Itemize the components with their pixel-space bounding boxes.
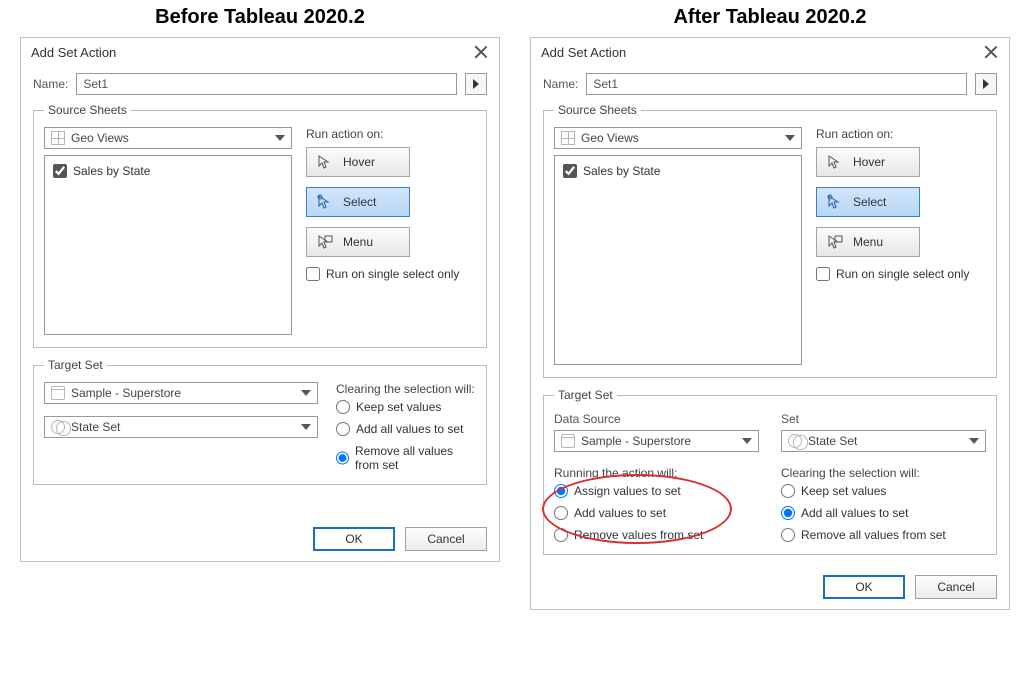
- running-opt-add[interactable]: Add values to set: [554, 506, 759, 520]
- source-sheets-group: Source Sheets Geo Views Sal: [543, 103, 997, 378]
- cursor-menu-icon: [317, 234, 333, 250]
- datasource-select[interactable]: Sample - Superstore: [44, 382, 318, 404]
- name-label: Name:: [543, 77, 578, 91]
- datasource-label: Data Source: [554, 412, 759, 426]
- ok-button[interactable]: OK: [313, 527, 395, 551]
- cursor-click-icon: [317, 194, 333, 210]
- close-icon[interactable]: [983, 44, 999, 60]
- single-select-checkbox[interactable]: [306, 267, 320, 281]
- clearing-opt-addall[interactable]: Add all values to set: [781, 506, 986, 520]
- hover-button[interactable]: Hover: [816, 147, 920, 177]
- sheets-listbox[interactable]: Sales by State: [44, 155, 292, 335]
- datasource-icon: [51, 386, 65, 400]
- name-menu-button[interactable]: [975, 73, 997, 95]
- triangle-right-icon: [473, 79, 479, 89]
- dialog-after: Add Set Action Name: Source Sheets: [530, 37, 1010, 610]
- source-sheets-group: Source Sheets Geo Views Sal: [33, 103, 487, 348]
- dialog-title: Add Set Action: [31, 45, 116, 60]
- datasource-icon: [561, 434, 575, 448]
- running-opt-remove[interactable]: Remove values from set: [554, 528, 759, 542]
- name-label: Name:: [33, 77, 68, 91]
- cursor-click-icon: [827, 194, 843, 210]
- clearing-label: Clearing the selection will:: [336, 382, 476, 396]
- sheet-checkbox[interactable]: [53, 164, 67, 178]
- name-menu-button[interactable]: [465, 73, 487, 95]
- clearing-opt-addall[interactable]: Add all values to set: [336, 422, 476, 436]
- menu-button[interactable]: Menu: [306, 227, 410, 257]
- menu-button[interactable]: Menu: [816, 227, 920, 257]
- list-item: Sales by State: [563, 164, 793, 178]
- close-icon[interactable]: [473, 44, 489, 60]
- title-after: After Tableau 2020.2: [673, 0, 866, 37]
- title-before: Before Tableau 2020.2: [155, 0, 365, 37]
- sheets-listbox[interactable]: Sales by State: [554, 155, 802, 365]
- list-item: Sales by State: [53, 164, 283, 178]
- datasource-select[interactable]: Sample - Superstore: [554, 430, 759, 452]
- running-label: Running the action will:: [554, 466, 759, 480]
- cursor-icon: [317, 154, 333, 170]
- name-input[interactable]: [76, 73, 457, 95]
- target-set-group: Target Set Sample - Superstore State Set: [33, 358, 487, 485]
- clearing-opt-keep[interactable]: Keep set values: [781, 484, 986, 498]
- clearing-opt-removeall[interactable]: Remove all values from set: [781, 528, 986, 542]
- set-icon: [51, 420, 65, 434]
- clearing-opt-removeall[interactable]: Remove all values from set: [336, 444, 476, 472]
- chevron-down-icon: [301, 390, 311, 396]
- hover-button[interactable]: Hover: [306, 147, 410, 177]
- cancel-button[interactable]: Cancel: [915, 575, 997, 599]
- name-input[interactable]: [586, 73, 967, 95]
- single-select-checkbox[interactable]: [816, 267, 830, 281]
- source-sheets-legend: Source Sheets: [554, 103, 641, 117]
- running-opt-assign[interactable]: Assign values to set: [554, 484, 759, 498]
- source-sheets-legend: Source Sheets: [44, 103, 131, 117]
- sheet-select[interactable]: Geo Views: [554, 127, 802, 149]
- chevron-down-icon: [969, 438, 979, 444]
- ok-button[interactable]: OK: [823, 575, 905, 599]
- chevron-down-icon: [742, 438, 752, 444]
- run-action-label: Run action on:: [306, 127, 476, 141]
- target-set-group: Target Set Data Source Sample - Supersto…: [543, 388, 997, 555]
- select-button[interactable]: Select: [816, 187, 920, 217]
- sheet-select[interactable]: Geo Views: [44, 127, 292, 149]
- set-icon: [788, 434, 802, 448]
- cancel-button[interactable]: Cancel: [405, 527, 487, 551]
- set-select[interactable]: State Set: [781, 430, 986, 452]
- select-button[interactable]: Select: [306, 187, 410, 217]
- sheet-checkbox[interactable]: [563, 164, 577, 178]
- chevron-down-icon: [785, 135, 795, 141]
- single-select-row: Run on single select only: [816, 267, 986, 281]
- cursor-menu-icon: [827, 234, 843, 250]
- set-select[interactable]: State Set: [44, 416, 318, 438]
- worksheet-icon: [51, 131, 65, 145]
- cursor-icon: [827, 154, 843, 170]
- chevron-down-icon: [301, 424, 311, 430]
- run-action-label: Run action on:: [816, 127, 986, 141]
- triangle-right-icon: [983, 79, 989, 89]
- clearing-label: Clearing the selection will:: [781, 466, 986, 480]
- chevron-down-icon: [275, 135, 285, 141]
- single-select-row: Run on single select only: [306, 267, 476, 281]
- target-set-legend: Target Set: [554, 388, 617, 402]
- worksheet-icon: [561, 131, 575, 145]
- dialog-title: Add Set Action: [541, 45, 626, 60]
- target-set-legend: Target Set: [44, 358, 107, 372]
- set-label: Set: [781, 412, 986, 426]
- clearing-opt-keep[interactable]: Keep set values: [336, 400, 476, 414]
- dialog-before: Add Set Action Name: Source Sheets: [20, 37, 500, 562]
